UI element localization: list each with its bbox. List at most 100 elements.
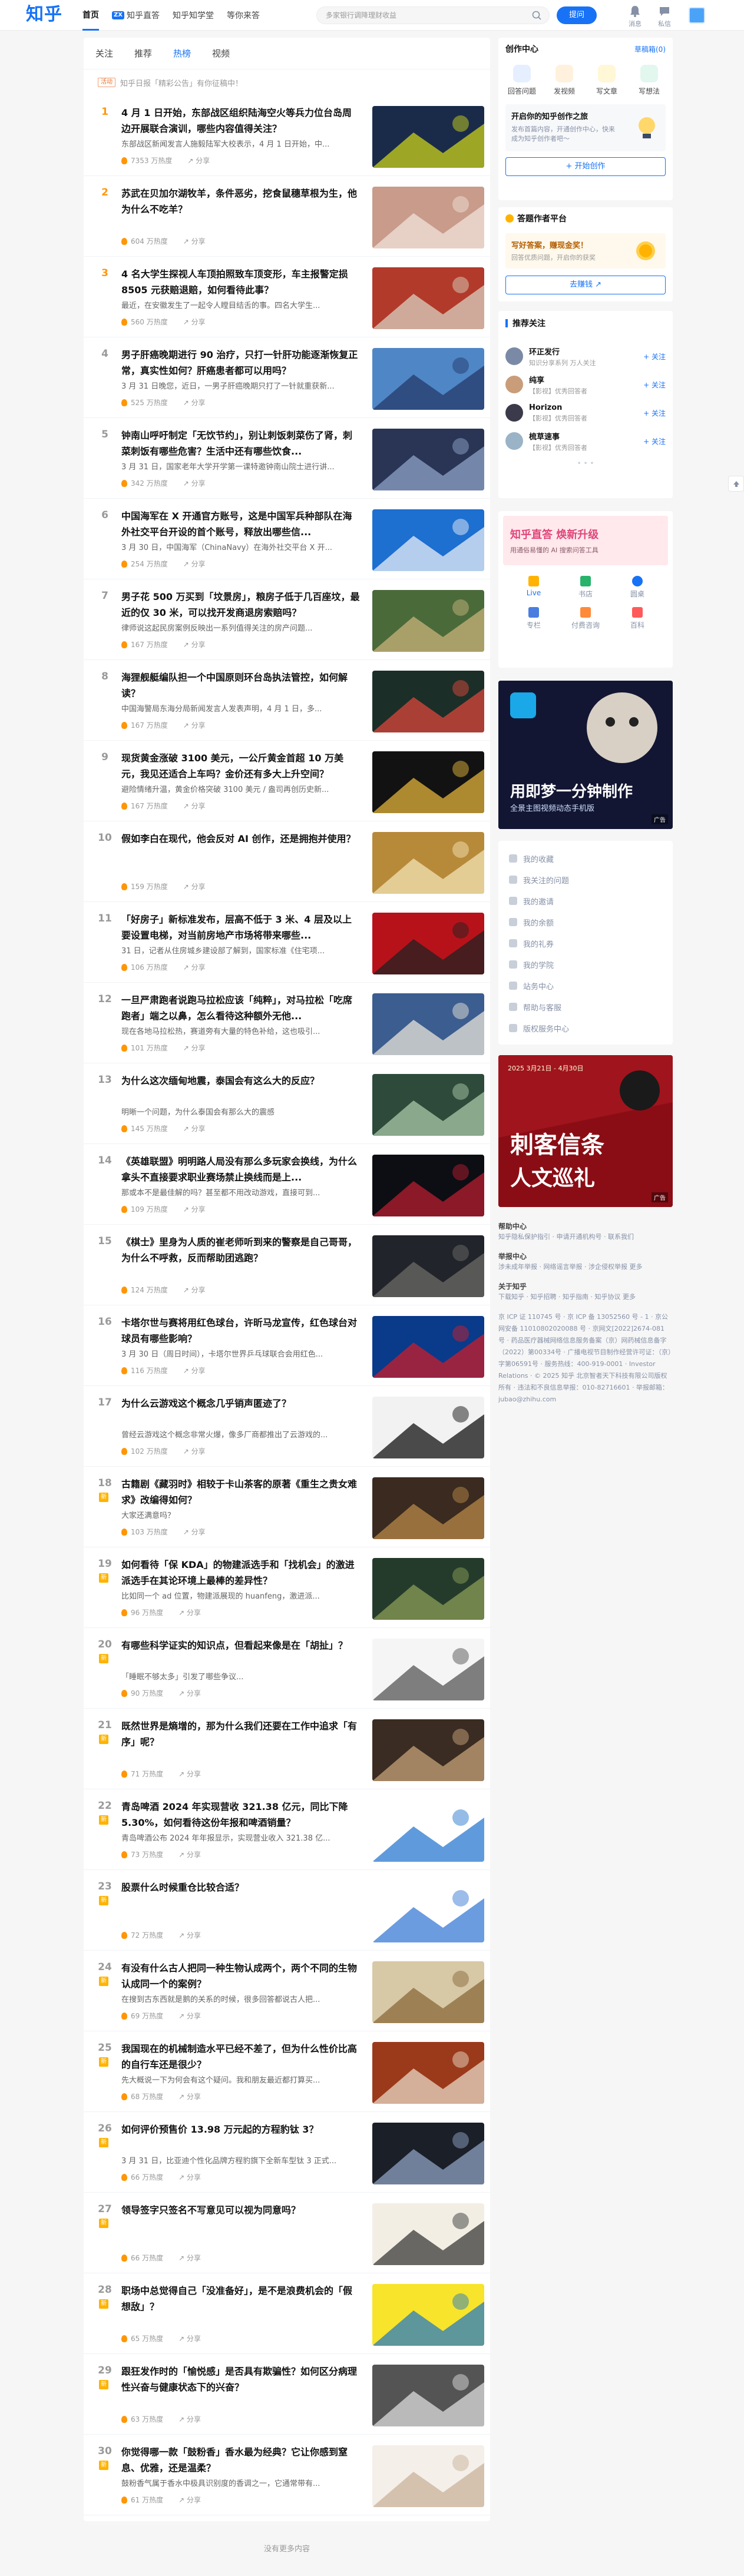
tab-hot[interactable]: 热榜 (173, 47, 191, 59)
share-button[interactable]: ↗ 分享 (178, 1607, 201, 1617)
recommend-user[interactable]: Horizon 【影视】优秀回答者 + 关注 (498, 400, 673, 425)
hot-item[interactable]: 30 新 你觉得哪一款「鼓粉香」香水最为经典？它让你感到窒息、优雅，还是温柔？ 鼓粉香… (84, 2435, 490, 2515)
hot-item[interactable]: 27 新 领导签字只签名不写意见可以视为同意吗？ 66 万热度 ↗ 分享 (84, 2193, 490, 2273)
hot-thumbnail[interactable] (372, 993, 484, 1055)
share-button[interactable]: ↗ 分享 (178, 2495, 201, 2505)
hot-item[interactable]: 14 《英雄联盟》明明路人局没有那么多玩家会换线，为什么拿头不直接要求职业赛场禁止… (84, 1144, 490, 1225)
hot-item[interactable]: 15 《棋士》里身为人质的崔老师听到来的警察是自己哥哥，为什么不呼救，反而帮助团逃… (84, 1225, 490, 1305)
hot-item[interactable]: 7 男子花 500 万买到「坟景房」，粮房子低于几百座坟，最近的仅 30 米，可以… (84, 579, 490, 660)
hot-title[interactable]: 领导签字只签名不写意见可以视为同意吗？ (121, 2202, 360, 2218)
share-button[interactable]: ↗ 分享 (183, 881, 206, 891)
recommend-user[interactable]: 纯享 【影视】优秀回答者 + 关注 (498, 372, 673, 397)
hot-item[interactable]: 2 苏武在贝加尔湖牧羊，条件恶劣，挖食鼠穗草根为生，他为什么不吃羊？ 604 万热度… (84, 176, 490, 257)
hot-thumbnail[interactable] (372, 429, 484, 490)
messages-button[interactable]: 私信 (653, 5, 676, 28)
hot-title[interactable]: 4 名大学生探视人车顶拍照致车顶变形，车主报警定损 8505 元获赔退赔，如何看… (121, 266, 360, 298)
share-button[interactable]: ↗ 分享 (187, 155, 210, 165)
hot-item[interactable]: 17 为什么云游戏这个概念几乎销声匿迹了？ 曾经云游戏这个概念非常火爆，像多厂商都推… (84, 1386, 490, 1467)
follow-button[interactable]: + 关注 (643, 380, 666, 390)
menu-balance[interactable]: 我的余额 (498, 911, 673, 933)
post-video-button[interactable]: 发视频 (545, 65, 583, 96)
hot-item[interactable]: 22 新 青岛啤酒 2024 年实现营收 321.38 亿元，同比下降 5.30%，… (84, 1789, 490, 1870)
hot-thumbnail[interactable] (372, 106, 484, 168)
menu-copyright[interactable]: 版权服务中心 (498, 1017, 673, 1039)
share-button[interactable]: ↗ 分享 (178, 1688, 201, 1698)
hot-thumbnail[interactable] (372, 1477, 484, 1539)
ask-button[interactable]: 提问 (557, 6, 597, 24)
hot-title[interactable]: 有没有什么古人把同一种生物认成两个，两个不同的生物认成同一个的案例？ (121, 1960, 360, 1992)
share-button[interactable]: ↗ 分享 (178, 2172, 201, 2182)
recommend-user[interactable]: 环正发行 知识分享系列 万人关注 + 关注 (498, 344, 673, 369)
follow-button[interactable]: + 关注 (643, 408, 666, 418)
hot-title[interactable]: 职场中总觉得自己「没准备好」，是不是浪费机会的「假想敌」？ (121, 2283, 360, 2315)
quick-live[interactable]: Live (508, 576, 560, 599)
hot-thumbnail[interactable] (372, 1316, 484, 1378)
hot-item[interactable]: 29 新 跟狂发作时的「愉悦感」是否具有欺骗性？如何区分病理性兴奋与健康状态下的兴奋… (84, 2354, 490, 2435)
hot-title[interactable]: 《棋士》里身为人质的崔老师听到来的警察是自己哥哥，为什么不呼救，反而帮助团逃跑？ (121, 1234, 360, 1266)
hot-thumbnail[interactable] (372, 1881, 484, 1942)
hot-title[interactable]: 卡塔尔世与赛将用红色球台，许昕马龙宣传，红色球台对球员有哪些影响？ (121, 1315, 360, 1347)
hot-item[interactable]: 3 4 名大学生探视人车顶拍照致车顶变形，车主报警定损 8505 元获赔退赔，如何… (84, 257, 490, 337)
drafts-link[interactable]: 草稿箱(0) (634, 44, 666, 54)
answer-question-button[interactable]: 回答问题 (503, 65, 541, 96)
hot-item[interactable]: 10 假如李白在现代，他会反对 AI 创作，还是拥抱并使用？ 159 万热度 ↗ 分享 (84, 821, 490, 902)
hot-thumbnail[interactable] (372, 671, 484, 732)
nav-zhida[interactable]: ZX 知乎直答 (112, 0, 160, 31)
hot-thumbnail[interactable] (372, 348, 484, 410)
hot-thumbnail[interactable] (372, 590, 484, 652)
share-button[interactable]: ↗ 分享 (183, 397, 206, 407)
hot-item[interactable]: 12 一旦严肃跑者说跑马拉松应该「纯粹」，对马拉松「吃席跑者」端之以鼻，怎么看待这… (84, 983, 490, 1063)
zhihu-logo[interactable]: 知乎 (26, 5, 62, 25)
hot-item[interactable]: 18 新 古籍剧《藏羽时》相较于卡山茶客的原著《重生之贵女难求》改编得如何？ 大家还满… (84, 1467, 490, 1547)
hot-title[interactable]: 一旦严肃跑者说跑马拉松应该「纯粹」，对马拉松「吃席跑者」端之以鼻，怎么看待这种额… (121, 992, 360, 1024)
tab-follow[interactable]: 关注 (95, 47, 113, 59)
hot-item[interactable]: 28 新 职场中总觉得自己「没准备好」，是不是浪费机会的「假想敌」？ 65 万热度 ↗ … (84, 2273, 490, 2354)
hot-title[interactable]: 股票什么时候重仓比较合适？ (121, 1879, 360, 1895)
hot-title[interactable]: 有哪些科学证实的知识点，但看起来像是在「胡扯」？ (121, 1637, 360, 1653)
nav-waiting-answers[interactable]: 等你来答 (227, 0, 260, 31)
share-button[interactable]: ↗ 分享 (183, 801, 206, 811)
ad-assassins-creed[interactable]: 2025 3月21日 - 4月30日 刺客信条 人文巡礼 广告 (498, 1055, 673, 1207)
hot-thumbnail[interactable] (372, 1155, 484, 1216)
search-icon[interactable] (531, 10, 542, 21)
share-button[interactable]: ↗ 分享 (178, 2011, 201, 2021)
share-button[interactable]: ↗ 分享 (178, 1849, 201, 1859)
nav-zhixuetang[interactable]: 知乎知学堂 (173, 0, 214, 31)
share-button[interactable]: ↗ 分享 (178, 2333, 201, 2343)
hot-title[interactable]: 「好房子」新标准发布，层高不低于 3 米、4 层及以上要设置电梯，对当前房地产市… (121, 911, 360, 943)
share-button[interactable]: ↗ 分享 (183, 962, 206, 972)
hot-title[interactable]: 你觉得哪一款「鼓粉香」香水最为经典？它让你感到窒息、优雅，还是温柔？ (121, 2444, 360, 2476)
menu-favorites[interactable]: 我的收藏 (498, 848, 673, 869)
menu-coupons[interactable]: 我的礼券 (498, 933, 673, 954)
hot-title[interactable]: 4 月 1 日开始，东部战区组织陆海空火等兵力位台岛周边开展联合演训，哪些内容值… (121, 105, 360, 137)
write-thought-button[interactable]: 写想法 (630, 65, 668, 96)
hot-thumbnail[interactable] (372, 2123, 484, 2184)
share-button[interactable]: ↗ 分享 (183, 1365, 206, 1375)
hot-title[interactable]: 男子花 500 万买到「坟景房」，粮房子低于几百座坟，最近的仅 30 米，可以找… (121, 589, 360, 621)
share-button[interactable]: ↗ 分享 (178, 2414, 201, 2424)
share-button[interactable]: ↗ 分享 (183, 317, 206, 327)
hot-thumbnail[interactable] (372, 2445, 484, 2507)
hot-title[interactable]: 现货黄金涨破 3100 美元，一公斤黄金首超 10 万美元，我见还适合上车吗？金… (121, 750, 360, 782)
share-button[interactable]: ↗ 分享 (178, 2091, 201, 2101)
ad-jimeng[interactable]: 用即梦一分钟制作 全景主图视频动态手机版 广告 (498, 681, 673, 829)
hot-item[interactable]: 11 「好房子」新标准发布，层高不低于 3 米、4 层及以上要设置电梯，对当前房地… (84, 902, 490, 983)
hot-item[interactable]: 16 卡塔尔世与赛将用红色球台，许昕马龙宣传，红色球台对球员有哪些影响？ 3 月 3… (84, 1305, 490, 1386)
menu-help[interactable]: 帮助与客服 (498, 996, 673, 1017)
quick-roundtable[interactable]: 圆桌 (611, 576, 663, 599)
menu-site-center[interactable]: 站务中心 (498, 975, 673, 996)
hot-thumbnail[interactable] (372, 267, 484, 329)
user-avatar[interactable] (689, 7, 705, 24)
write-article-button[interactable]: 写文章 (588, 65, 626, 96)
hot-thumbnail[interactable] (372, 1397, 484, 1458)
share-button[interactable]: ↗ 分享 (183, 1043, 206, 1053)
hot-title[interactable]: 我国现在的机械制造水平已经不差了，但为什么性价比高的自行车还是很少？ (121, 2041, 360, 2073)
share-button[interactable]: ↗ 分享 (183, 478, 206, 488)
hot-item[interactable]: 25 新 我国现在的机械制造水平已经不差了，但为什么性价比高的自行车还是很少？ 先大概… (84, 2031, 490, 2112)
share-button[interactable]: ↗ 分享 (183, 1285, 206, 1295)
hot-item[interactable]: 8 海狸舰艇编队担一个中国原则环台岛执法管控，如何解读？ 中国海警局东海分局新闻发言… (84, 660, 490, 741)
share-button[interactable]: ↗ 分享 (183, 1446, 206, 1456)
hot-item[interactable]: 9 现货黄金涨破 3100 美元，一公斤黄金首超 10 万美元，我见还适合上车吗？… (84, 741, 490, 821)
share-button[interactable]: ↗ 分享 (183, 639, 206, 649)
hot-title[interactable]: 中国海军在 X 开通官方账号，这是中国军兵种部队在海外社交平台开设的首个账号，释… (121, 508, 360, 540)
